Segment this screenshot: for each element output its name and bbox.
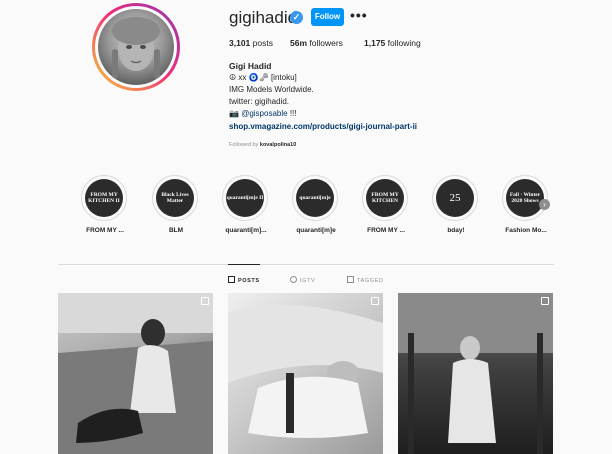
profile-avatar[interactable] (92, 3, 180, 91)
highlight-ring: FROM MY KITCHEN (362, 175, 408, 221)
highlights-next-icon[interactable]: › (539, 199, 550, 210)
followers-stat[interactable]: 56m followers (290, 38, 343, 48)
bio-mention-link[interactable]: @gisposable (241, 109, 287, 118)
tabs-divider (58, 264, 554, 265)
posts-count-stat: 3,101 posts (229, 38, 273, 48)
posts-label: posts (252, 38, 273, 48)
multi-photo-icon (201, 297, 209, 305)
highlight-cover: Black Lives Matter (156, 179, 194, 217)
followers-label: followers (309, 38, 343, 48)
highlight-cover: Fall · Winter 2020 Shows (506, 179, 544, 217)
tag-icon (347, 276, 354, 283)
multi-photo-icon (541, 297, 549, 305)
post-photo (398, 293, 553, 454)
highlight-ring: quaranti[m]e (292, 175, 338, 221)
more-options-icon[interactable]: ••• (350, 8, 368, 22)
highlight-cover: quaranti[m]e (296, 179, 334, 217)
bio-full-name: Gigi Hadid (229, 61, 272, 71)
highlight-ring: Black Lives Matter (152, 175, 198, 221)
tab-tagged[interactable]: TAGGED (347, 276, 383, 284)
highlight-label: BLM (168, 227, 184, 234)
avatar-portrait (112, 17, 160, 79)
following-label: following (387, 38, 421, 48)
highlight-label: quaranti[m]e (296, 227, 336, 234)
tab-label: TAGGED (357, 278, 384, 284)
highlight-cover: 25 (436, 179, 474, 217)
follow-button[interactable]: Follow (311, 8, 344, 26)
followed-by: Followed by kovalpolina10 (229, 142, 296, 148)
highlight-ring: FROM MY KITCHEN II (81, 175, 127, 221)
highlight-label: quaranti[m]... (225, 227, 267, 234)
posts-count: 3,101 (229, 38, 251, 48)
bio-website-link[interactable]: shop.vmagazine.com/products/gigi-journal… (229, 122, 417, 131)
avatar-photo (98, 9, 174, 85)
avatar-border (95, 6, 177, 88)
bio-line-4-suffix: !!! (289, 109, 297, 118)
highlight-label: FROM MY ... (86, 227, 124, 234)
active-tab-indicator (228, 264, 260, 265)
grid-icon (228, 276, 235, 283)
followed-by-prefix: Followed by (229, 142, 259, 148)
tab-igtv[interactable]: IGTV (290, 276, 315, 284)
profile-username: gigihadid (229, 8, 298, 27)
post-thumbnail[interactable] (398, 293, 553, 454)
post-thumbnail[interactable] (58, 293, 213, 454)
bio-line-3: twitter: gigihadid. (229, 97, 290, 106)
highlight-ring: 25 (432, 175, 478, 221)
camera-emoji: 📷 (229, 109, 239, 118)
highlight-label: FROM MY ... (367, 227, 405, 234)
multi-photo-icon (371, 297, 379, 305)
highlight-label: bday! (447, 227, 465, 234)
followers-count: 56m (290, 38, 308, 48)
followed-by-user-link[interactable]: kovalpolina10 (260, 142, 296, 148)
post-thumbnail[interactable] (228, 293, 383, 454)
following-count: 1,175 (364, 38, 386, 48)
highlight-ring: quaranti[m]e II (222, 175, 268, 221)
post-photo (58, 293, 213, 454)
bio-line-4: 📷 @gisposable !!! (229, 109, 296, 118)
tab-label: POSTS (238, 278, 260, 284)
bio-line-2: IMG Models Worldwide. (229, 85, 314, 94)
highlight-cover: FROM MY KITCHEN (366, 179, 404, 217)
igtv-icon (290, 276, 297, 283)
tab-posts[interactable]: POSTS (228, 276, 260, 284)
bio-line-1: ☮ xx 🧿🗝 [intoku] (229, 73, 297, 82)
following-stat[interactable]: 1,175 following (364, 38, 421, 48)
highlight-cover: FROM MY KITCHEN II (85, 179, 123, 217)
highlight-label: Fashion Mo... (505, 227, 547, 234)
highlight-cover: quaranti[m]e II (226, 179, 264, 217)
tab-label: IGTV (300, 278, 316, 284)
post-photo (228, 305, 383, 438)
verified-badge-icon: ✓ (290, 11, 303, 24)
highlight-ring: Fall · Winter 2020 Shows (502, 175, 548, 221)
